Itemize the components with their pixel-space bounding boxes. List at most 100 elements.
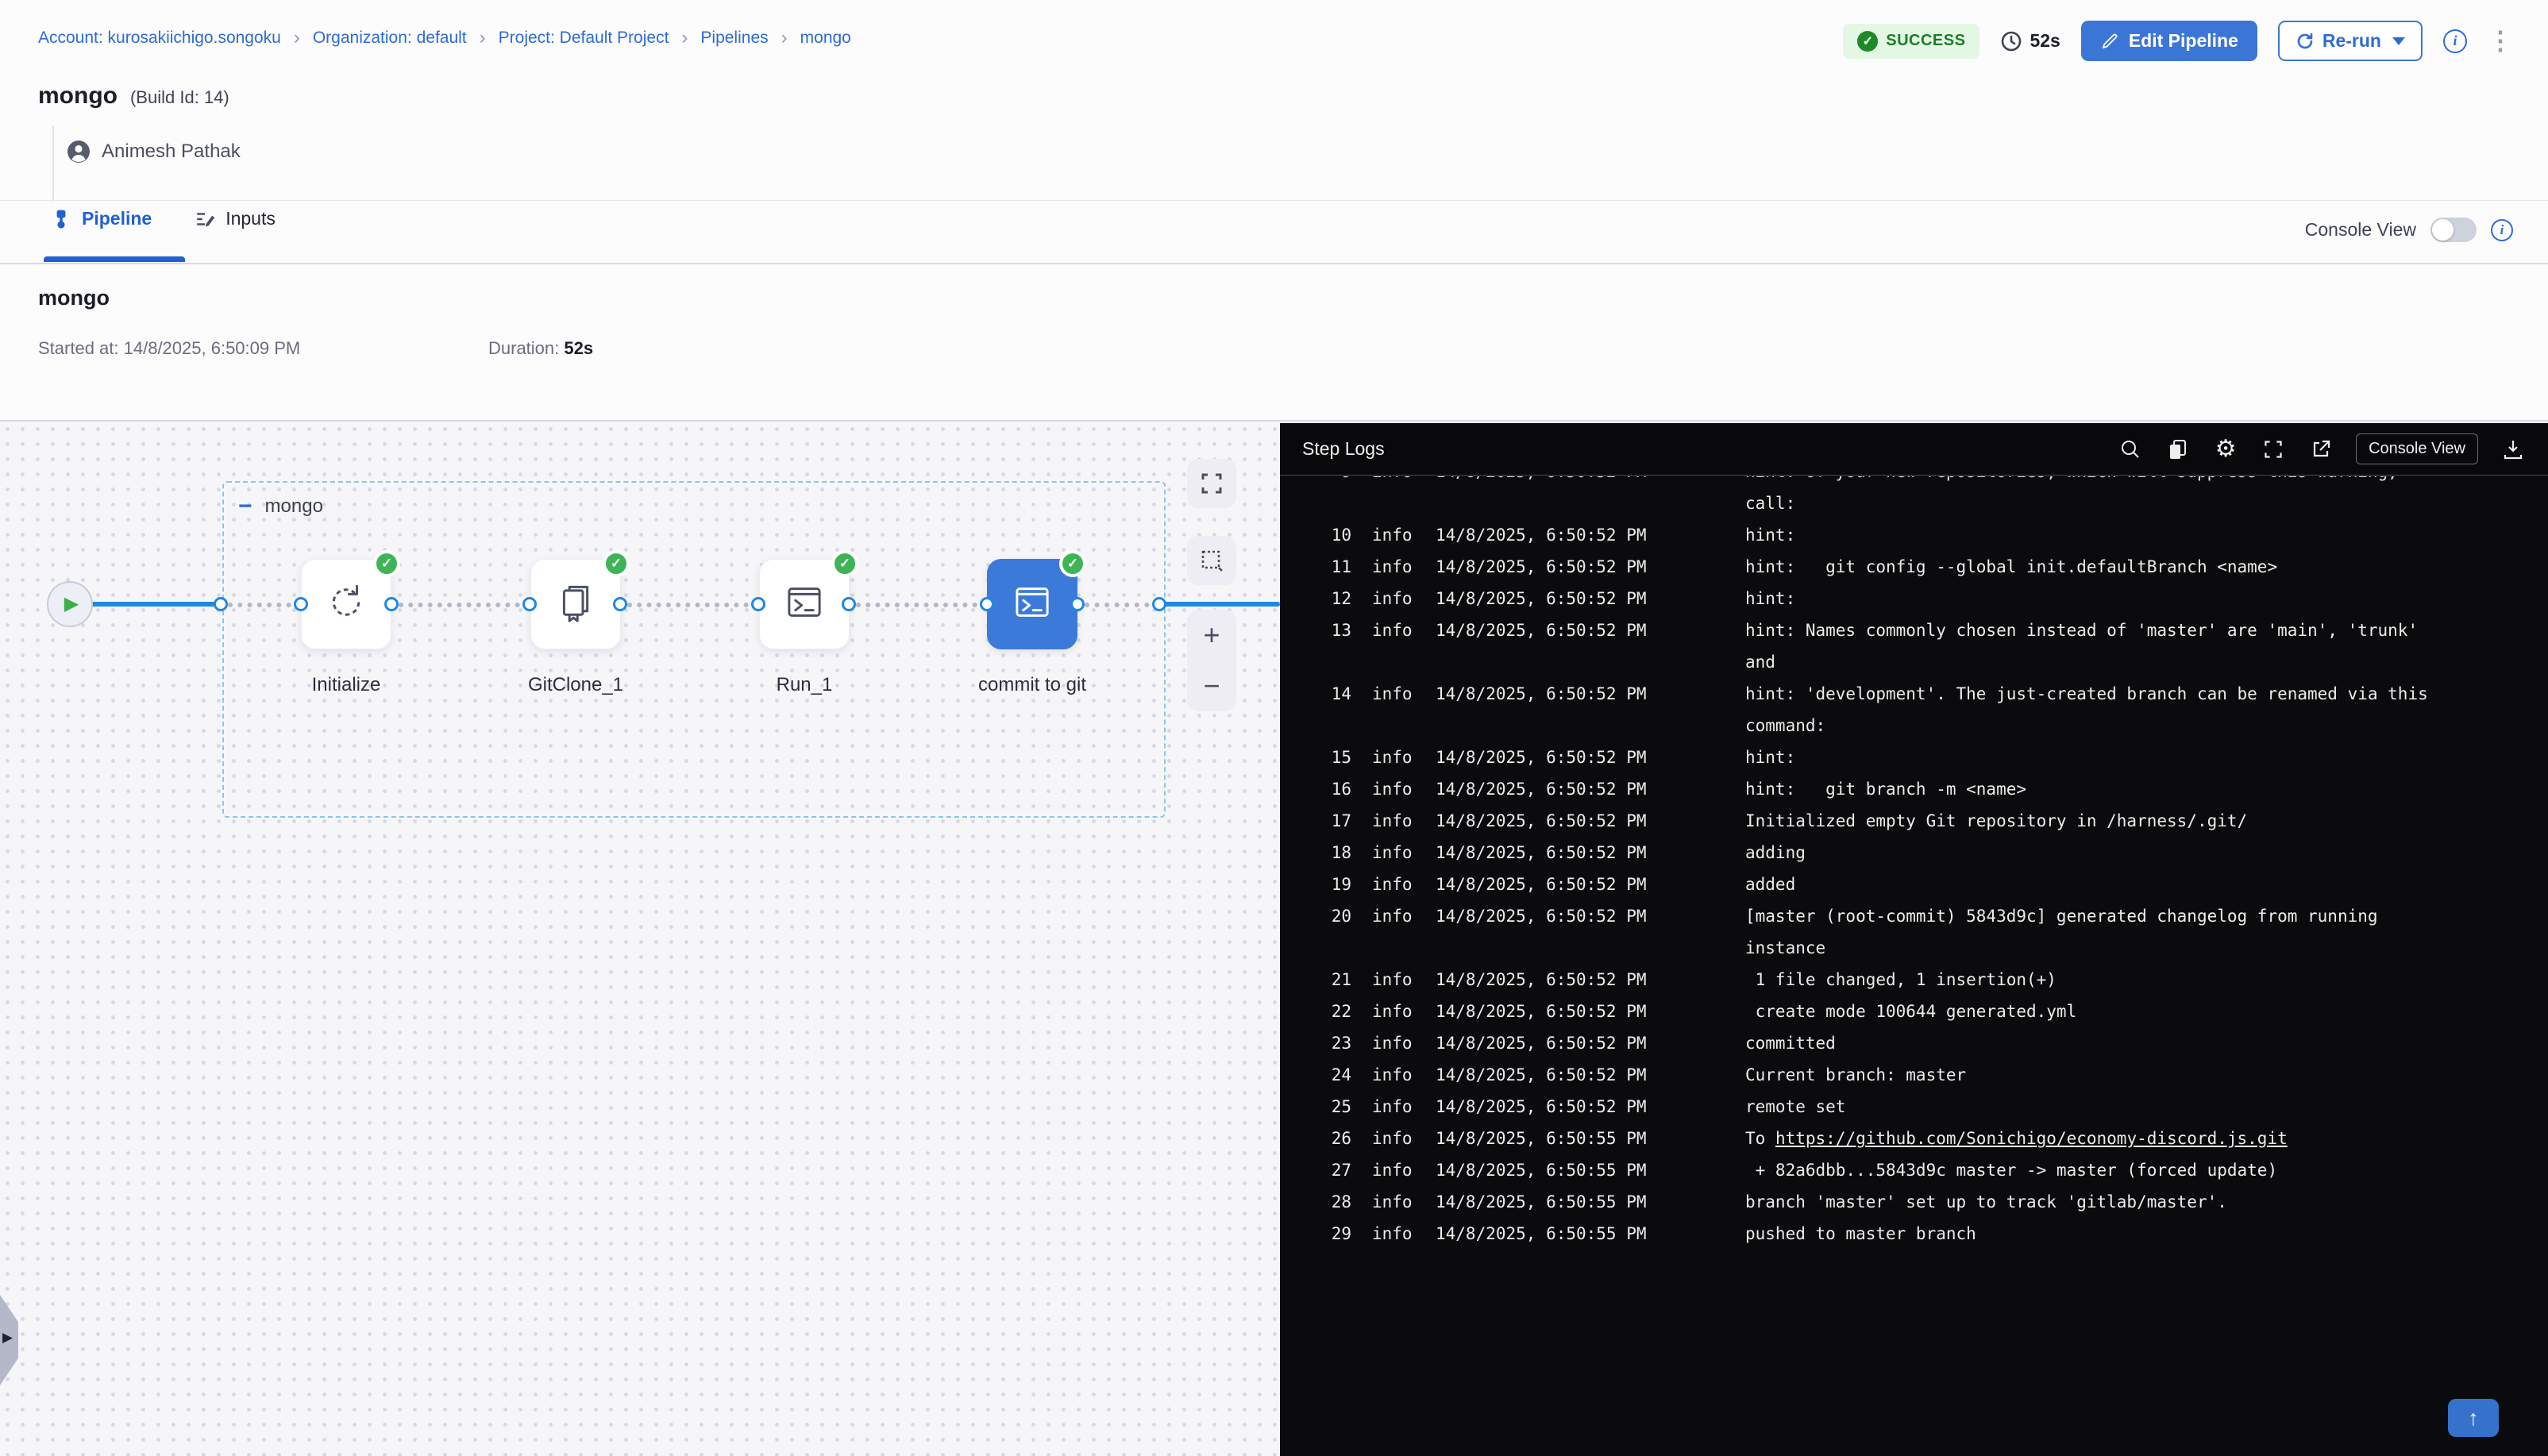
log-timestamp [1436, 932, 1721, 964]
step-success-badge: ✓ [1059, 550, 1086, 577]
pipeline-start-node[interactable]: ▶ [47, 581, 93, 627]
log-level: info [1372, 1186, 1413, 1218]
log-level: info [1372, 678, 1413, 710]
sync-icon [325, 581, 368, 628]
log-line-number: 19 [1309, 869, 1351, 900]
started-value: 14/8/2025, 6:50:09 PM [124, 338, 301, 358]
log-settings-button[interactable]: ⚙ [2213, 437, 2238, 462]
console-view-toggle[interactable] [2430, 218, 2477, 242]
zoom-in-button[interactable]: + [1203, 621, 1220, 649]
log-link[interactable]: https://github.com/Sonichigo/economy-dis… [1775, 1129, 2288, 1148]
expand-logs-button[interactable] [2261, 437, 2286, 462]
chevron-right-icon: › [294, 29, 300, 48]
log-line-number [1309, 932, 1351, 964]
fullscreen-icon [2263, 439, 2284, 460]
breadcrumb-item[interactable]: Project: Default Project [499, 29, 669, 48]
log-level: info [1372, 1091, 1413, 1123]
pipeline-step-commit-to-git[interactable]: ✓ [987, 559, 1077, 649]
log-message: + 82a6dbb...5843d9c master -> master (fo… [1745, 1154, 2548, 1186]
log-line: 20info14/8/2025, 6:50:52 PM[master (root… [1309, 900, 2548, 932]
tab-inputs[interactable]: Inputs [195, 208, 276, 229]
pipeline-step-gitclone_1[interactable]: ✓ [530, 559, 621, 649]
log-line: 10info14/8/2025, 6:50:52 PMhint: [1309, 519, 2548, 551]
terminal-icon [783, 581, 826, 628]
log-timestamp: 14/8/2025, 6:50:52 PM [1436, 476, 1721, 487]
author-rail [52, 125, 54, 202]
pipeline-step-run_1[interactable]: ✓ [759, 559, 850, 649]
edit-pipeline-button[interactable]: Edit Pipeline [2081, 21, 2257, 61]
log-line-number: 18 [1309, 837, 1351, 869]
scroll-to-top-button[interactable]: ↑ [2448, 1399, 2499, 1437]
open-in-new-button[interactable] [2308, 437, 2334, 462]
log-message: To https://github.com/Sonichigo/economy-… [1745, 1123, 2548, 1154]
log-timestamp: 14/8/2025, 6:50:52 PM [1436, 773, 1721, 805]
log-level: info [1372, 519, 1413, 551]
log-line-number: 20 [1309, 900, 1351, 932]
log-level [1372, 710, 1413, 741]
rerun-button[interactable]: Re-run [2278, 21, 2423, 61]
breadcrumb-item[interactable]: Organization: default [313, 29, 467, 48]
download-logs-button[interactable] [2500, 437, 2526, 462]
fit-to-screen-button[interactable] [1187, 459, 1236, 508]
log-line: 18info14/8/2025, 6:50:52 PMadding [1309, 837, 2548, 869]
log-timestamp [1436, 487, 1721, 519]
log-line-number: 25 [1309, 1091, 1351, 1123]
log-timestamp: 14/8/2025, 6:50:52 PM [1436, 551, 1721, 583]
log-line-number: 24 [1309, 1059, 1351, 1091]
log-message: remote set [1745, 1091, 2548, 1123]
info-icon[interactable]: i [2443, 29, 2467, 53]
breadcrumb-item[interactable]: Pipelines [700, 29, 768, 48]
log-message: committed [1745, 1027, 2548, 1059]
step-label: commit to git [945, 674, 1120, 696]
log-message: hint: git branch -m <name> [1745, 773, 2548, 805]
panel-expand-handle[interactable]: ▶ [0, 1295, 18, 1385]
log-line-number: 13 [1309, 614, 1351, 646]
log-message: Initialized empty Git repository in /har… [1745, 805, 2548, 837]
edge-port [751, 597, 765, 611]
header-actions: ✓ SUCCESS 52s Edit Pipeline Re-run i ⋮ [1843, 21, 2513, 61]
search-logs-button[interactable] [2118, 437, 2143, 462]
select-region-button[interactable] [1187, 536, 1236, 585]
duration-value: 52s [564, 338, 593, 358]
log-line: 19info14/8/2025, 6:50:52 PMadded [1309, 869, 2548, 900]
log-line-number: 29 [1309, 1218, 1351, 1250]
log-line: 16info14/8/2025, 6:50:52 PMhint: git bra… [1309, 773, 2548, 805]
pipeline-execution-page: Account: kurosakiichigo.songoku › Organiza… [0, 0, 2548, 1456]
pipeline-canvas[interactable]: − mongo ▶ ✓Initialize ✓GitClone_1 ✓Run_1… [0, 422, 1280, 1456]
log-line-number: 23 [1309, 1027, 1351, 1059]
log-line: 17info14/8/2025, 6:50:52 PMInitialized e… [1309, 805, 2548, 837]
log-line: and [1309, 646, 2548, 678]
copy-logs-button[interactable] [2165, 437, 2191, 462]
log-line-number [1309, 487, 1351, 519]
log-message: pushed to master branch [1745, 1218, 2548, 1250]
log-line-number: 27 [1309, 1154, 1351, 1186]
log-level: info [1372, 1218, 1413, 1250]
log-level: info [1372, 805, 1413, 837]
log-level: info [1372, 1027, 1413, 1059]
chevron-right-icon: › [480, 29, 486, 48]
log-level: info [1372, 1154, 1413, 1186]
log-message: [master (root-commit) 5843d9c] generated… [1745, 900, 2548, 932]
chevron-right-icon: › [681, 29, 688, 48]
pipeline-step-initialize[interactable]: ✓ [301, 559, 391, 649]
duration-text: 52s [2030, 30, 2060, 52]
log-message: command: [1745, 710, 2548, 741]
console-view-button[interactable]: Console View [2356, 433, 2478, 464]
breadcrumb-item[interactable]: mongo [800, 29, 851, 48]
group-label: mongo [265, 495, 323, 518]
log-timestamp: 14/8/2025, 6:50:55 PM [1436, 1154, 1721, 1186]
collapse-group-icon[interactable]: − [238, 495, 252, 518]
log-output[interactable]: 9info14/8/2025, 6:50:52 PMhint: of your … [1280, 476, 2548, 1456]
expand-arrow-icon: ▶ [2, 1330, 13, 1346]
log-timestamp: 14/8/2025, 6:50:52 PM [1436, 869, 1721, 900]
edge-port [294, 597, 308, 611]
zoom-out-button[interactable]: − [1203, 672, 1220, 700]
tab-pipeline[interactable]: Pipeline [51, 208, 152, 229]
log-message: hint: [1745, 741, 2548, 773]
kebab-menu-icon[interactable]: ⋮ [2488, 29, 2513, 52]
console-view-info-icon[interactable]: i [2491, 219, 2513, 241]
pipeline-edge-dotted [228, 603, 301, 607]
tab-inputs-label: Inputs [226, 208, 276, 229]
breadcrumb-item[interactable]: Account: kurosakiichigo.songoku [38, 29, 281, 48]
log-line-number: 15 [1309, 741, 1351, 773]
